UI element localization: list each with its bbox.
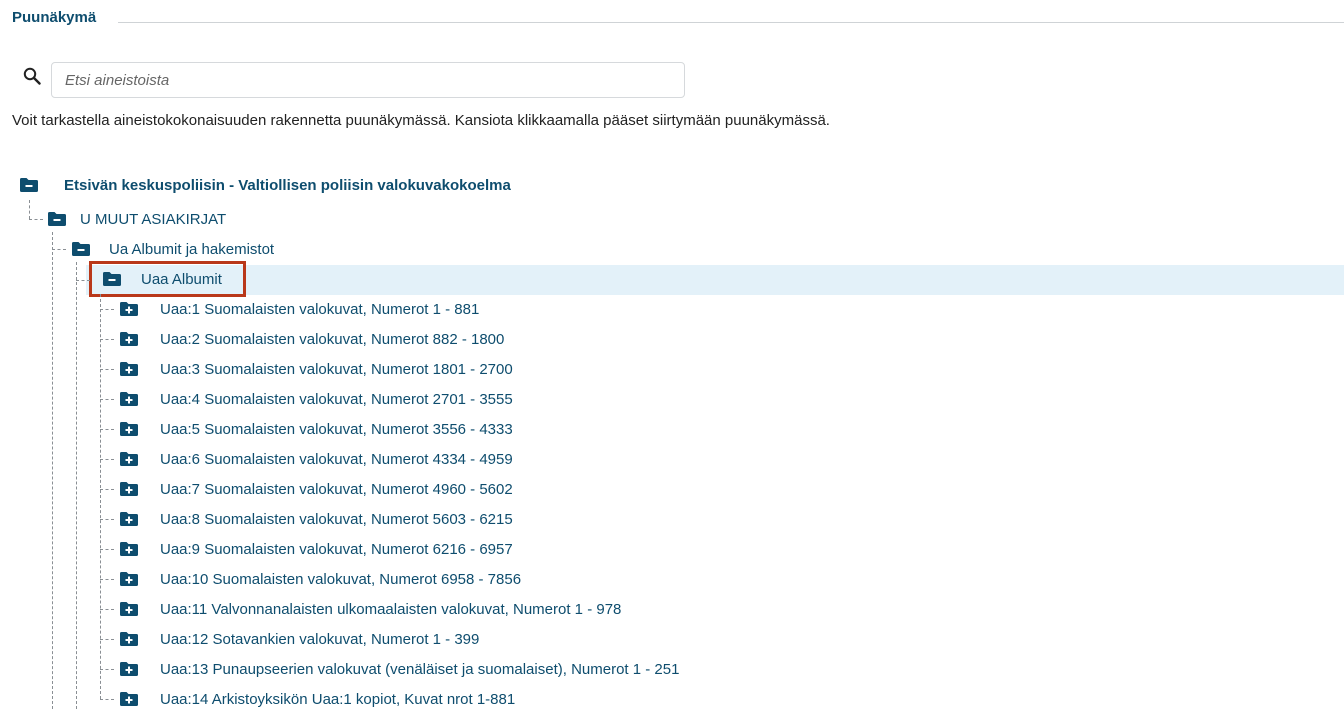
search-icon [23, 67, 41, 85]
tree-node-label[interactable]: Uaa:10 Suomalaisten valokuvat, Numerot 6… [160, 571, 521, 588]
folder-plus-icon[interactable] [120, 572, 138, 586]
folder-minus-icon[interactable] [103, 272, 121, 286]
folder-plus-icon[interactable] [120, 662, 138, 676]
folder-plus-icon[interactable] [120, 512, 138, 526]
tree-node-label[interactable]: Uaa:3 Suomalaisten valokuvat, Numerot 18… [160, 361, 513, 378]
tree-connector [100, 519, 114, 520]
tree-node-child[interactable]: Uaa:8 Suomalaisten valokuvat, Numerot 56… [120, 504, 513, 534]
tree-node-child[interactable]: Uaa:9 Suomalaisten valokuvat, Numerot 62… [120, 534, 513, 564]
tree-node-root[interactable]: Etsivän keskuspoliisin - Valtiollisen po… [20, 170, 511, 200]
folder-minus-icon[interactable] [72, 242, 90, 256]
tree-node-label[interactable]: Etsivän keskuspoliisin - Valtiollisen po… [64, 177, 511, 194]
tree-connector [29, 200, 30, 219]
folder-plus-icon[interactable] [120, 602, 138, 616]
tree-node-label[interactable]: Uaa:14 Arkistoyksikön Uaa:1 kopiot, Kuva… [160, 691, 515, 708]
folder-plus-icon[interactable] [120, 362, 138, 376]
tree-connector [100, 339, 114, 340]
tree-connector [100, 549, 114, 550]
folder-plus-icon[interactable] [120, 332, 138, 346]
tree-connector [100, 429, 114, 430]
tree-node-label[interactable]: Uaa:12 Sotavankien valokuvat, Numerot 1 … [160, 631, 479, 648]
tree-node-child[interactable]: Uaa:7 Suomalaisten valokuvat, Numerot 49… [120, 474, 513, 504]
folder-minus-icon[interactable] [20, 178, 38, 192]
tree-node-label[interactable]: U MUUT ASIAKIRJAT [80, 211, 226, 228]
folder-plus-icon[interactable] [120, 692, 138, 706]
tree-connector [100, 459, 114, 460]
tree-connector [76, 262, 77, 709]
folder-minus-icon[interactable] [48, 212, 66, 226]
tree-node-ua-albumit-ja-hakemistot[interactable]: Ua Albumit ja hakemistot [72, 234, 274, 264]
tree-connector [100, 399, 114, 400]
tree-node-label[interactable]: Uaa:8 Suomalaisten valokuvat, Numerot 56… [160, 511, 513, 528]
tree-node-child[interactable]: Uaa:12 Sotavankien valokuvat, Numerot 1 … [120, 624, 479, 654]
tree-node-child[interactable]: Uaa:6 Suomalaisten valokuvat, Numerot 43… [120, 444, 513, 474]
tree-node-child[interactable]: Uaa:1 Suomalaisten valokuvat, Numerot 1 … [120, 294, 479, 324]
tree-node-label[interactable]: Uaa:2 Suomalaisten valokuvat, Numerot 88… [160, 331, 504, 348]
tree-node-label[interactable]: Ua Albumit ja hakemistot [109, 241, 274, 258]
tree-connector [76, 280, 90, 281]
tree-node-child[interactable]: Uaa:2 Suomalaisten valokuvat, Numerot 88… [120, 324, 504, 354]
tree-connector [100, 609, 114, 610]
tree-connector [52, 232, 53, 709]
section-divider [118, 22, 1344, 23]
tree-node-label[interactable]: Uaa:5 Suomalaisten valokuvat, Numerot 35… [160, 421, 513, 438]
section-title: Puunäkymä [12, 9, 97, 26]
selected-row-highlight [86, 265, 1344, 295]
folder-plus-icon[interactable] [120, 302, 138, 316]
tree-connector [100, 369, 114, 370]
tree-connector [100, 579, 114, 580]
tree-connector [29, 219, 43, 220]
tree-node-label[interactable]: Uaa:7 Suomalaisten valokuvat, Numerot 49… [160, 481, 513, 498]
help-text: Voit tarkastella aineistokokonaisuuden r… [12, 112, 830, 129]
tree-node-label[interactable]: Uaa:13 Punaupseerien valokuvat (venäläis… [160, 661, 679, 678]
tree-node-child[interactable]: Uaa:14 Arkistoyksikön Uaa:1 kopiot, Kuva… [120, 684, 515, 714]
tree-connector [100, 309, 114, 310]
tree-node-label[interactable]: Uaa Albumit [141, 271, 222, 288]
folder-plus-icon[interactable] [120, 482, 138, 496]
tree-node-child[interactable]: Uaa:10 Suomalaisten valokuvat, Numerot 6… [120, 564, 521, 594]
tree-connector [52, 249, 66, 250]
folder-plus-icon[interactable] [120, 632, 138, 646]
tree-node-label[interactable]: Uaa:11 Valvonnanalaisten ulkomaalaisten … [160, 601, 621, 618]
tree-node-child[interactable]: Uaa:3 Suomalaisten valokuvat, Numerot 18… [120, 354, 513, 384]
tree-connector [100, 639, 114, 640]
tree-connector [100, 489, 114, 490]
tree-connector [100, 699, 114, 700]
tree-connector [100, 669, 114, 670]
folder-plus-icon[interactable] [120, 422, 138, 436]
tree-node-label[interactable]: Uaa:6 Suomalaisten valokuvat, Numerot 43… [160, 451, 513, 468]
folder-plus-icon[interactable] [120, 392, 138, 406]
folder-plus-icon[interactable] [120, 452, 138, 466]
tree-node-label[interactable]: Uaa:9 Suomalaisten valokuvat, Numerot 62… [160, 541, 513, 558]
tree-node-u-muut-asiakirjat[interactable]: U MUUT ASIAKIRJAT [48, 204, 226, 234]
tree-node-child[interactable]: Uaa:11 Valvonnanalaisten ulkomaalaisten … [120, 594, 621, 624]
tree-node-label[interactable]: Uaa:4 Suomalaisten valokuvat, Numerot 27… [160, 391, 513, 408]
search-input[interactable] [51, 62, 685, 98]
tree-node-child[interactable]: Uaa:13 Punaupseerien valokuvat (venäläis… [120, 654, 679, 684]
tree-node-child[interactable]: Uaa:5 Suomalaisten valokuvat, Numerot 35… [120, 414, 513, 444]
tree-node-uaa-albumit[interactable]: Uaa Albumit [103, 264, 222, 294]
folder-plus-icon[interactable] [120, 542, 138, 556]
tree-node-label[interactable]: Uaa:1 Suomalaisten valokuvat, Numerot 1 … [160, 301, 479, 318]
tree-node-child[interactable]: Uaa:4 Suomalaisten valokuvat, Numerot 27… [120, 384, 513, 414]
